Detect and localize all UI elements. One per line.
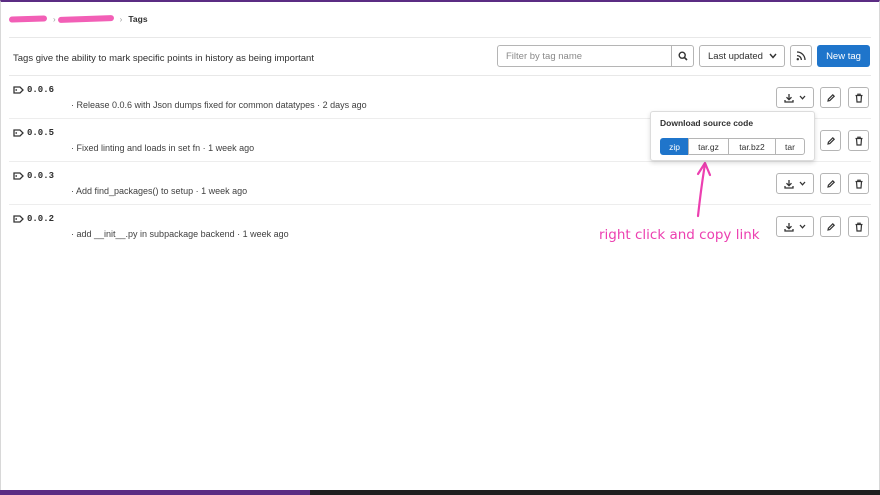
annotation-text: right click and copy link xyxy=(599,227,760,243)
tag-message: · Release 0.0.6 with Json dumps fixed fo… xyxy=(71,100,367,110)
breadcrumb: › › Tags xyxy=(8,14,148,24)
tag-message: · Fixed linting and loads in set fn · 1 … xyxy=(71,143,255,153)
new-tag-button[interactable]: New tag xyxy=(817,45,870,67)
sort-dropdown[interactable]: Last updated xyxy=(699,45,785,67)
trash-icon xyxy=(855,179,862,189)
pencil-icon xyxy=(826,136,835,145)
tag-message: · Add find_packages() to setup · 1 week … xyxy=(71,186,248,196)
chevron-down-icon xyxy=(799,95,806,100)
tag-name[interactable]: 0.0.5 xyxy=(13,128,54,138)
delete-tag-button[interactable] xyxy=(848,173,869,194)
edit-tag-button[interactable] xyxy=(820,87,841,108)
download-tar-bz2-button[interactable]: tar.bz2 xyxy=(728,138,776,155)
app-window: › › Tags Tags give the ability to mark s… xyxy=(0,0,880,495)
delete-tag-button[interactable] xyxy=(848,87,869,108)
trash-icon xyxy=(855,136,862,146)
tag-icon xyxy=(13,86,24,94)
bottom-strip xyxy=(0,490,880,495)
download-icon xyxy=(784,179,794,189)
edit-tag-button[interactable] xyxy=(820,173,841,194)
trash-icon xyxy=(855,93,862,103)
download-button[interactable] xyxy=(776,87,814,108)
rss-icon xyxy=(796,51,806,61)
download-zip-button[interactable]: zip xyxy=(660,138,689,155)
download-tar-button[interactable]: tar xyxy=(775,138,805,155)
page-description: Tags give the ability to mark specific p… xyxy=(13,53,314,64)
tag-name[interactable]: 0.0.2 xyxy=(13,214,54,224)
divider xyxy=(9,37,871,38)
rss-button[interactable] xyxy=(790,45,812,67)
redacted-project xyxy=(57,15,114,23)
search-icon xyxy=(678,51,688,61)
dropdown-title: Download source code xyxy=(660,118,754,128)
tag-icon xyxy=(13,172,24,180)
tag-icon xyxy=(13,215,24,223)
tag-row: 0.0.3 · Add find_packages() to setup · 1… xyxy=(9,162,871,205)
pencil-icon xyxy=(826,179,835,188)
chevron-down-icon xyxy=(799,224,806,229)
download-button[interactable] xyxy=(776,216,814,237)
chevron-down-icon xyxy=(769,53,777,59)
download-icon xyxy=(784,93,794,103)
tag-name[interactable]: 0.0.3 xyxy=(13,171,54,181)
download-button[interactable] xyxy=(776,173,814,194)
filter-input[interactable] xyxy=(498,46,672,66)
delete-tag-button[interactable] xyxy=(848,130,869,151)
chevron-right-icon: › xyxy=(119,14,123,24)
delete-tag-button[interactable] xyxy=(848,216,869,237)
chevron-right-icon: › xyxy=(53,14,56,24)
breadcrumb-current[interactable]: Tags xyxy=(128,14,147,24)
chevron-down-icon xyxy=(799,181,806,186)
redacted-namespace xyxy=(8,15,48,23)
download-source-dropdown: Download source code zip tar.gz tar.bz2 … xyxy=(650,111,815,161)
tag-name[interactable]: 0.0.6 xyxy=(13,85,54,95)
download-tar-gz-button[interactable]: tar.gz xyxy=(688,138,729,155)
sort-label: Last updated xyxy=(708,50,763,62)
pencil-icon xyxy=(826,93,835,102)
arrow-icon xyxy=(696,161,712,218)
tag-message: · add __init__.py in subpackage backend … xyxy=(71,229,289,239)
tag-icon xyxy=(13,129,24,137)
pencil-icon xyxy=(826,222,835,231)
edit-tag-button[interactable] xyxy=(820,216,841,237)
tag-filter xyxy=(497,45,694,67)
format-button-group: zip tar.gz tar.bz2 tar xyxy=(660,138,805,155)
download-icon xyxy=(784,222,794,232)
edit-tag-button[interactable] xyxy=(820,130,841,151)
trash-icon xyxy=(855,222,862,232)
search-button[interactable] xyxy=(671,46,693,66)
